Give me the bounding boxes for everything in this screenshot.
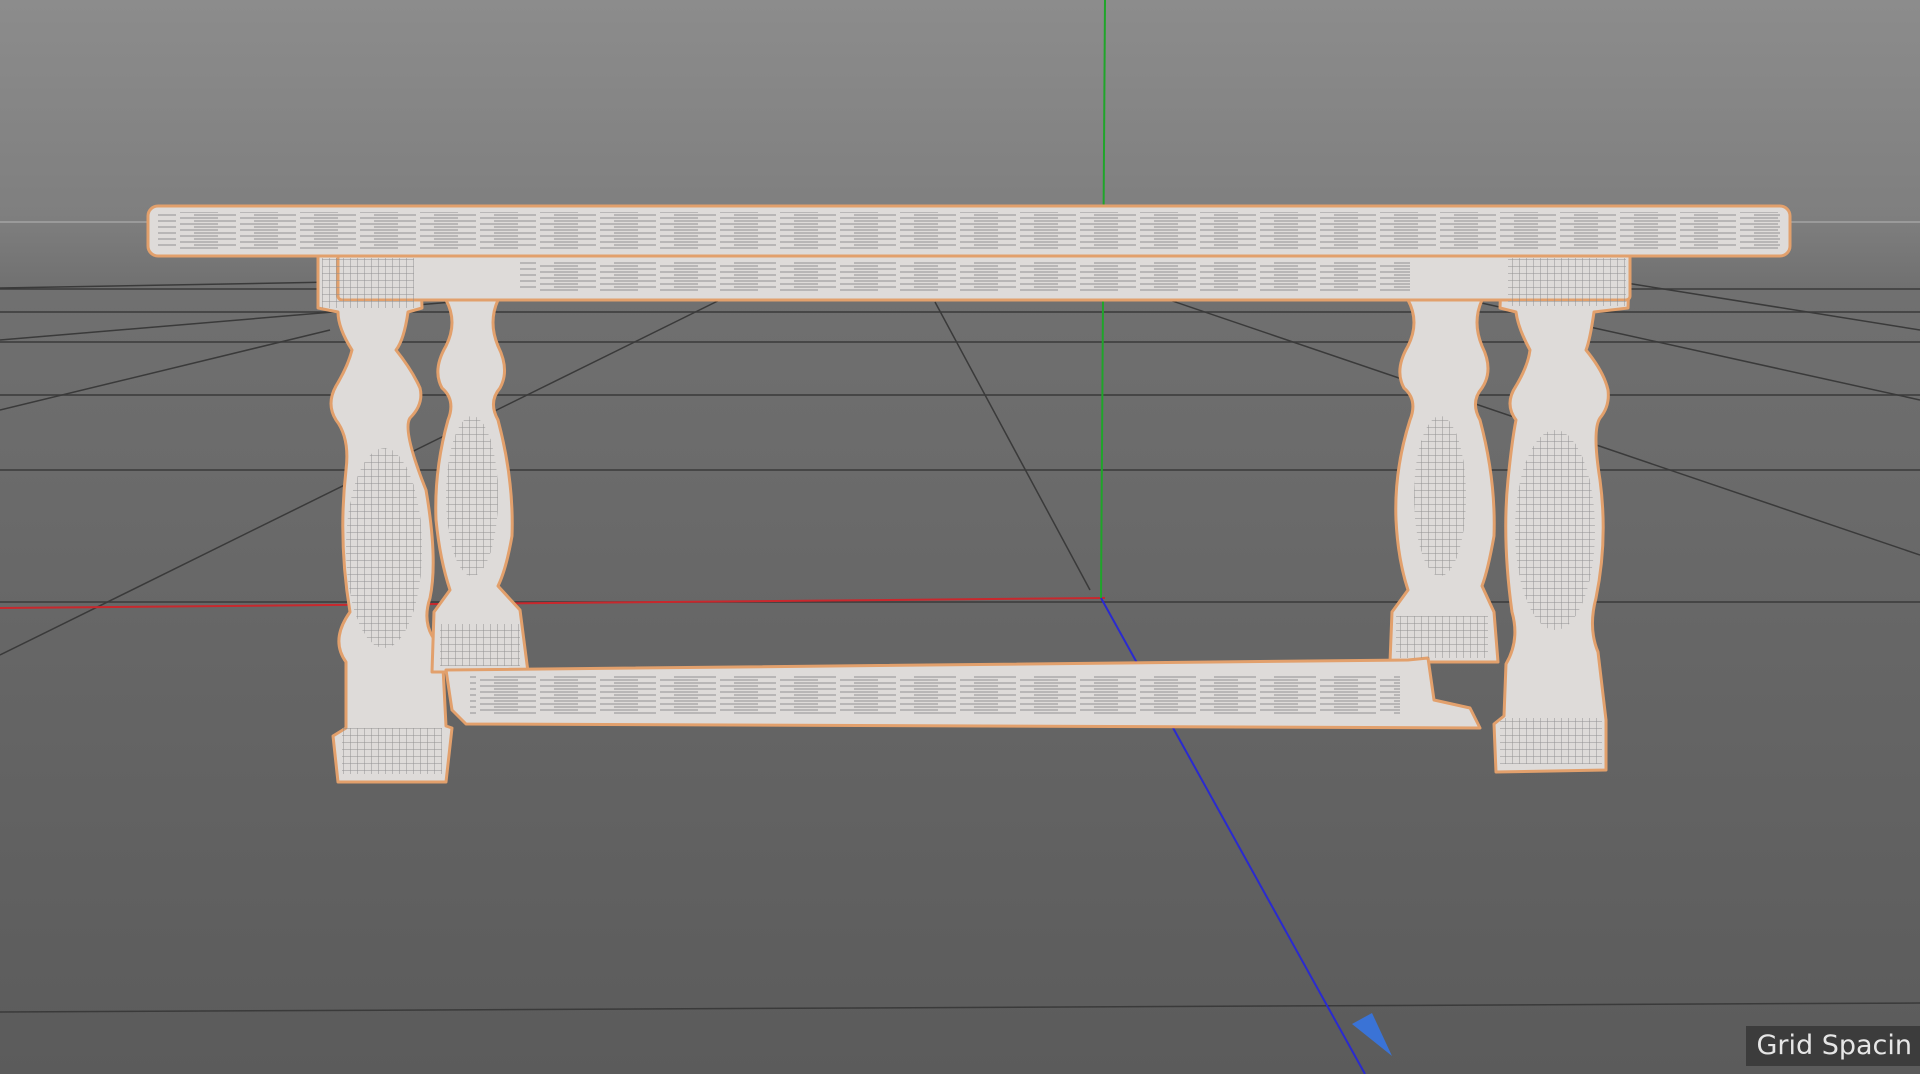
light-marker-icon[interactable] — [1352, 1013, 1392, 1056]
ground-grid — [0, 277, 1920, 1013]
3d-viewport[interactable]: Grid Spacin — [0, 0, 1920, 1074]
viewport-canvas[interactable] — [0, 0, 1920, 1074]
x-axis-line — [0, 597, 1106, 609]
grid-spacing-label: Grid Spacin — [1746, 1026, 1920, 1066]
